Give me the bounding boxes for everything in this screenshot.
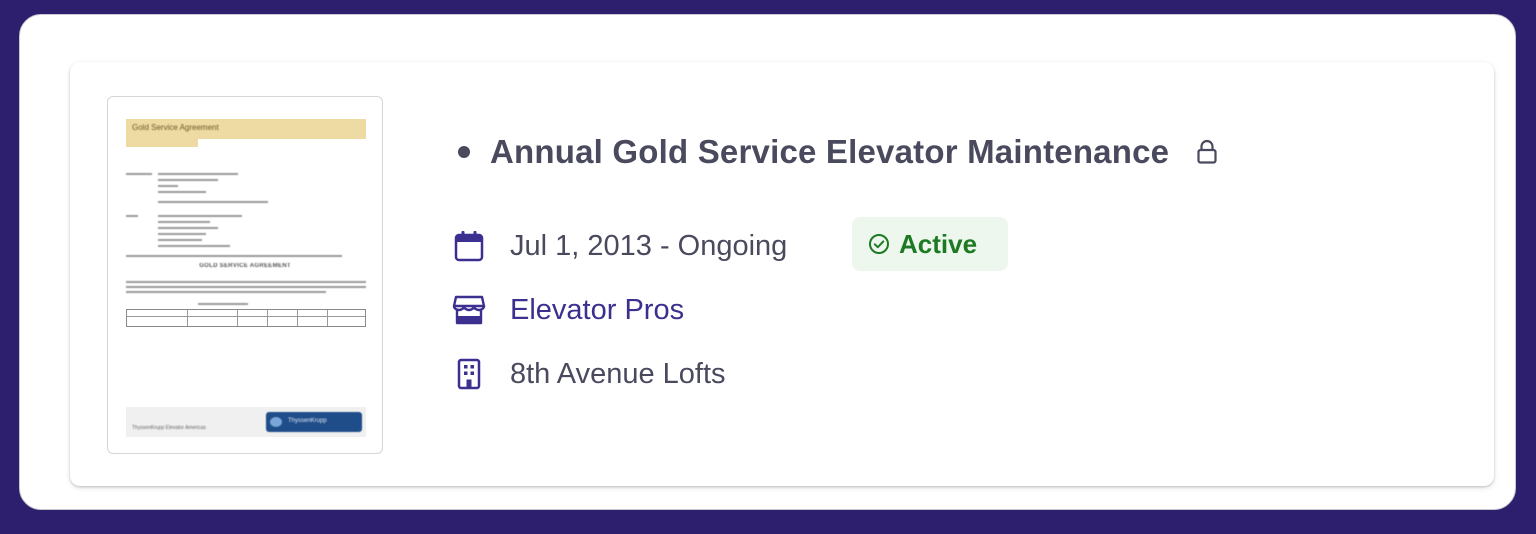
doc-table-col [187,310,188,326]
doc-table-col [267,310,268,326]
doc-table-col [237,310,238,326]
doc-header-title: Gold Service Agreement [132,123,219,132]
outer-frame: Gold Service Agreement GOLD SERVICE AGRE… [19,14,1516,510]
building-name: 8th Avenue Lofts [510,357,726,390]
contract-title-row: Annual Gold Service Elevator Maintenance [458,132,1219,172]
storefront-icon [452,293,486,327]
doc-table-row [127,316,365,317]
logo-emblem-icon [270,417,282,427]
doc-table-col [327,310,328,326]
doc-table [126,309,366,327]
doc-table-col [297,310,298,326]
building-icon [452,357,486,391]
doc-header-band-tail [126,139,198,147]
doc-footer-logo: ThyssenKrupp [266,412,362,432]
contract-card[interactable]: Gold Service Agreement GOLD SERVICE AGRE… [70,62,1494,486]
doc-footer-text: ThyssenKrupp Elevator Americas [132,425,206,431]
date-range: Jul 1, 2013 - Ongoing [510,229,788,262]
document-thumbnail[interactable]: Gold Service Agreement GOLD SERVICE AGRE… [107,96,383,454]
date-range-row: Jul 1, 2013 - Ongoing [452,224,787,268]
doc-text-line [158,215,242,217]
doc-text-line [126,291,326,293]
doc-text-line [126,286,366,288]
doc-text-line [126,281,366,283]
lock-icon [1195,138,1219,166]
vendor-link[interactable]: Elevator Pros [510,294,684,327]
check-circle-icon [868,233,890,255]
doc-text-line [158,191,206,193]
doc-text-line [158,201,268,203]
bullet-icon [458,146,470,158]
doc-text-line [158,185,178,187]
doc-text-line [158,179,218,181]
doc-section-title: GOLD SERVICE AGREEMENT [199,263,291,269]
doc-text-line [126,215,138,217]
doc-text-line [158,173,238,175]
status-badge: Active [852,217,1008,271]
doc-text-line [158,245,230,247]
doc-text-line [126,173,152,175]
doc-text-line [158,233,206,235]
doc-footer-logo-text: ThyssenKrupp [288,418,327,424]
doc-footer: ThyssenKrupp Elevator Americas ThyssenKr… [126,407,366,437]
doc-text-line [158,227,218,229]
doc-text-line [198,303,248,305]
status-label: Active [899,228,978,259]
doc-text-line [158,239,202,241]
doc-text-line [126,255,342,257]
doc-text-line [158,221,210,223]
building-row: 8th Avenue Lofts [452,354,726,394]
contract-title[interactable]: Annual Gold Service Elevator Maintenance [490,133,1169,171]
vendor-row: Elevator Pros [452,290,684,330]
calendar-icon [452,229,486,263]
